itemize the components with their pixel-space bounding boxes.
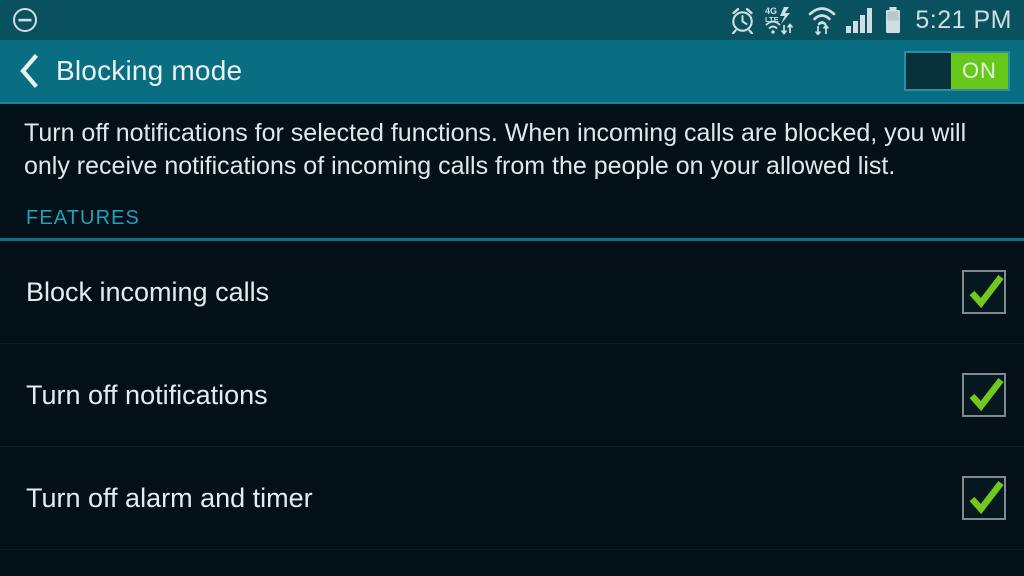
description-text: Turn off notifications for selected func…	[24, 119, 967, 180]
page-title: Blocking mode	[56, 55, 243, 86]
toggle-thumb-on: ON	[950, 53, 1008, 89]
wifi-icon	[808, 5, 836, 35]
status-bar-right: 4G LTE 5:21 PM	[729, 5, 1012, 35]
list-item[interactable]: Turn off alarm and timer	[0, 447, 1024, 550]
section-header-features: FEATURES	[26, 207, 140, 229]
checkbox-turn-off-alarm-and-timer[interactable]	[962, 476, 1006, 520]
blocking-mode-toggle[interactable]: ON	[904, 51, 1010, 91]
status-clock: 5:21 PM	[915, 5, 1012, 34]
status-bar-left	[10, 5, 40, 35]
row-label: Turn off alarm and timer	[26, 482, 313, 513]
app-bar: Blocking mode ON	[0, 40, 1024, 104]
battery-icon	[884, 6, 902, 34]
checkbox-turn-off-notifications[interactable]	[962, 373, 1006, 417]
back-chevron-icon[interactable]	[16, 53, 42, 89]
toggle-label: ON	[961, 58, 997, 83]
list-item[interactable]: Block incoming calls	[0, 241, 1024, 344]
toggle-track-off	[906, 53, 951, 89]
blocking-mode-circle-minus-icon	[10, 5, 40, 35]
row-label: Turn off notifications	[26, 379, 268, 410]
content-area: Turn off notifications for selected func…	[0, 104, 1024, 576]
alarm-clock-icon	[729, 6, 756, 34]
row-label: Block incoming calls	[26, 276, 270, 307]
list-item[interactable]: Turn off notifications	[0, 344, 1024, 447]
4g-lte-data-icon: 4G LTE	[765, 5, 799, 35]
status-bar: 4G LTE 5:21 PM	[0, 0, 1024, 40]
cellular-signal-icon	[845, 6, 875, 34]
checkbox-block-incoming-calls[interactable]	[962, 270, 1006, 314]
